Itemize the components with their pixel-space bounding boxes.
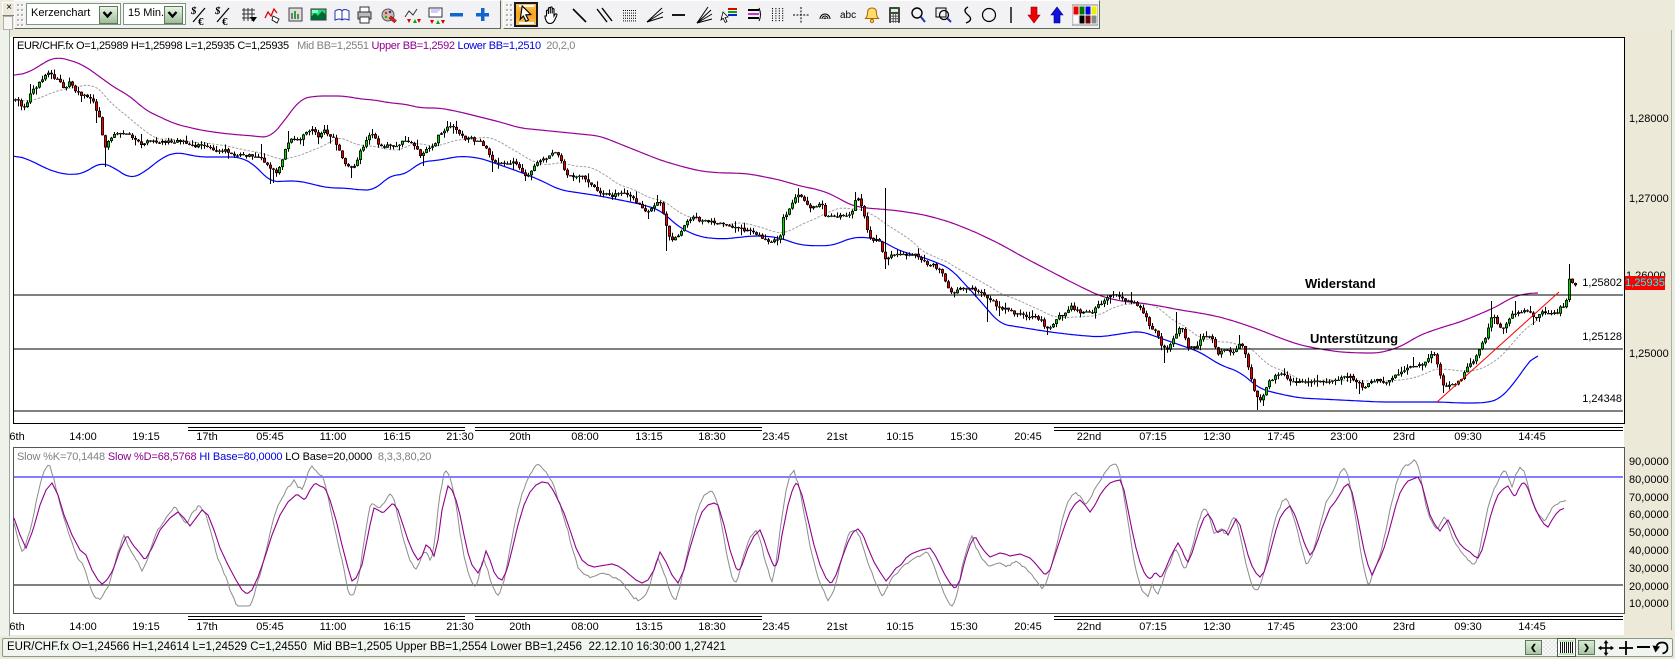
svg-text:$: $ [190, 5, 197, 17]
svg-text:abc: abc [840, 10, 856, 21]
svg-text:$: $ [214, 5, 221, 17]
svg-text:€: € [222, 16, 228, 26]
svg-text:€: € [198, 16, 204, 26]
